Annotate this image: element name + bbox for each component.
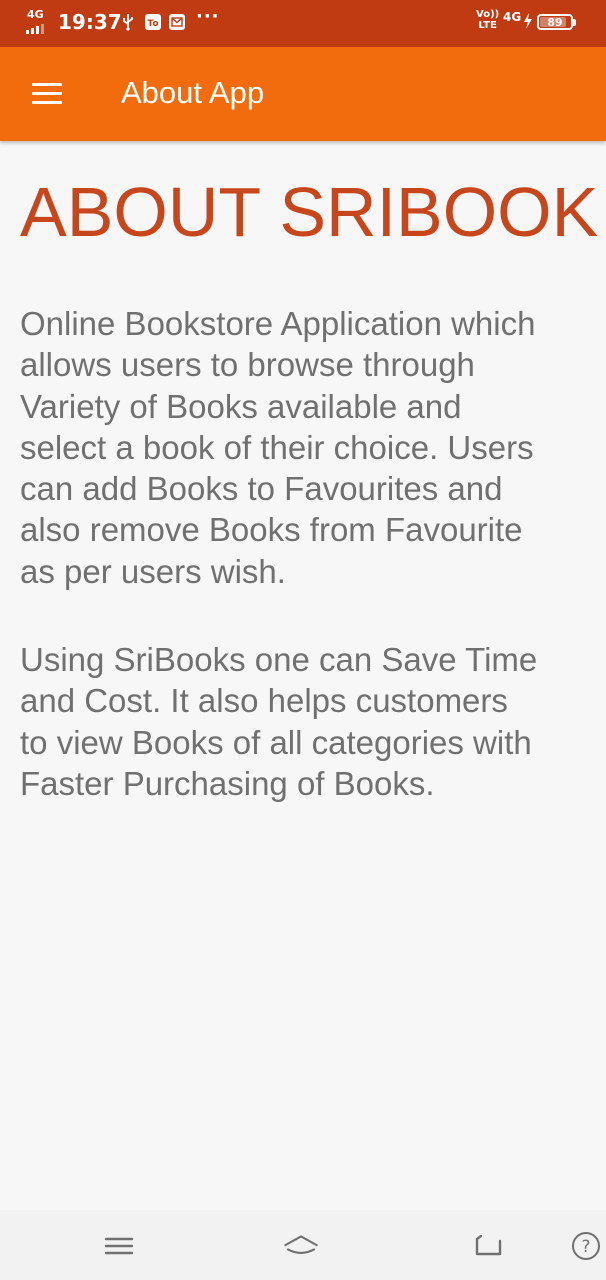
status-bar: 4G 19:37 To ··· Vo)) LTE 4G 89 [0,0,606,47]
network-type-right: 4G [503,10,522,24]
battery-percent: 89 [547,15,563,29]
about-paragraph-1: Online Bookstore Application which allow… [20,305,536,590]
hamburger-menu-icon[interactable] [20,71,72,117]
lte-label: LTE [478,20,497,31]
system-nav-bar: ? [0,1210,606,1280]
svg-text:To: To [147,19,158,29]
usb-icon [123,14,133,31]
svg-text:?: ? [581,1237,590,1257]
about-paragraph-2: Using SriBooks one can Save Time and Cos… [20,641,538,802]
recents-icon[interactable] [99,1228,139,1264]
signal-icon: 4G [24,8,46,34]
home-icon[interactable] [281,1228,321,1264]
more-notifications-icon: ··· [196,6,220,27]
page-title: About App [121,75,265,110]
clock: 19:37 [58,10,122,34]
about-content: ABOUT SRIBOOK Online Bookstore Applicati… [20,170,599,802]
network-type-left: 4G [27,8,44,21]
volte-label: Vo)) [476,9,500,20]
battery-icon: 89 [537,14,573,30]
battery-tip [573,19,576,26]
volte-indicator: Vo)) LTE [476,9,499,31]
mail-icon [169,14,185,30]
charging-icon [524,13,532,29]
help-icon[interactable]: ? [566,1228,606,1264]
about-heading: ABOUT SRIBOOK [20,173,599,251]
app-bar: About App [0,47,606,141]
notification-app-icon: To [145,14,161,30]
back-icon[interactable] [467,1228,507,1264]
